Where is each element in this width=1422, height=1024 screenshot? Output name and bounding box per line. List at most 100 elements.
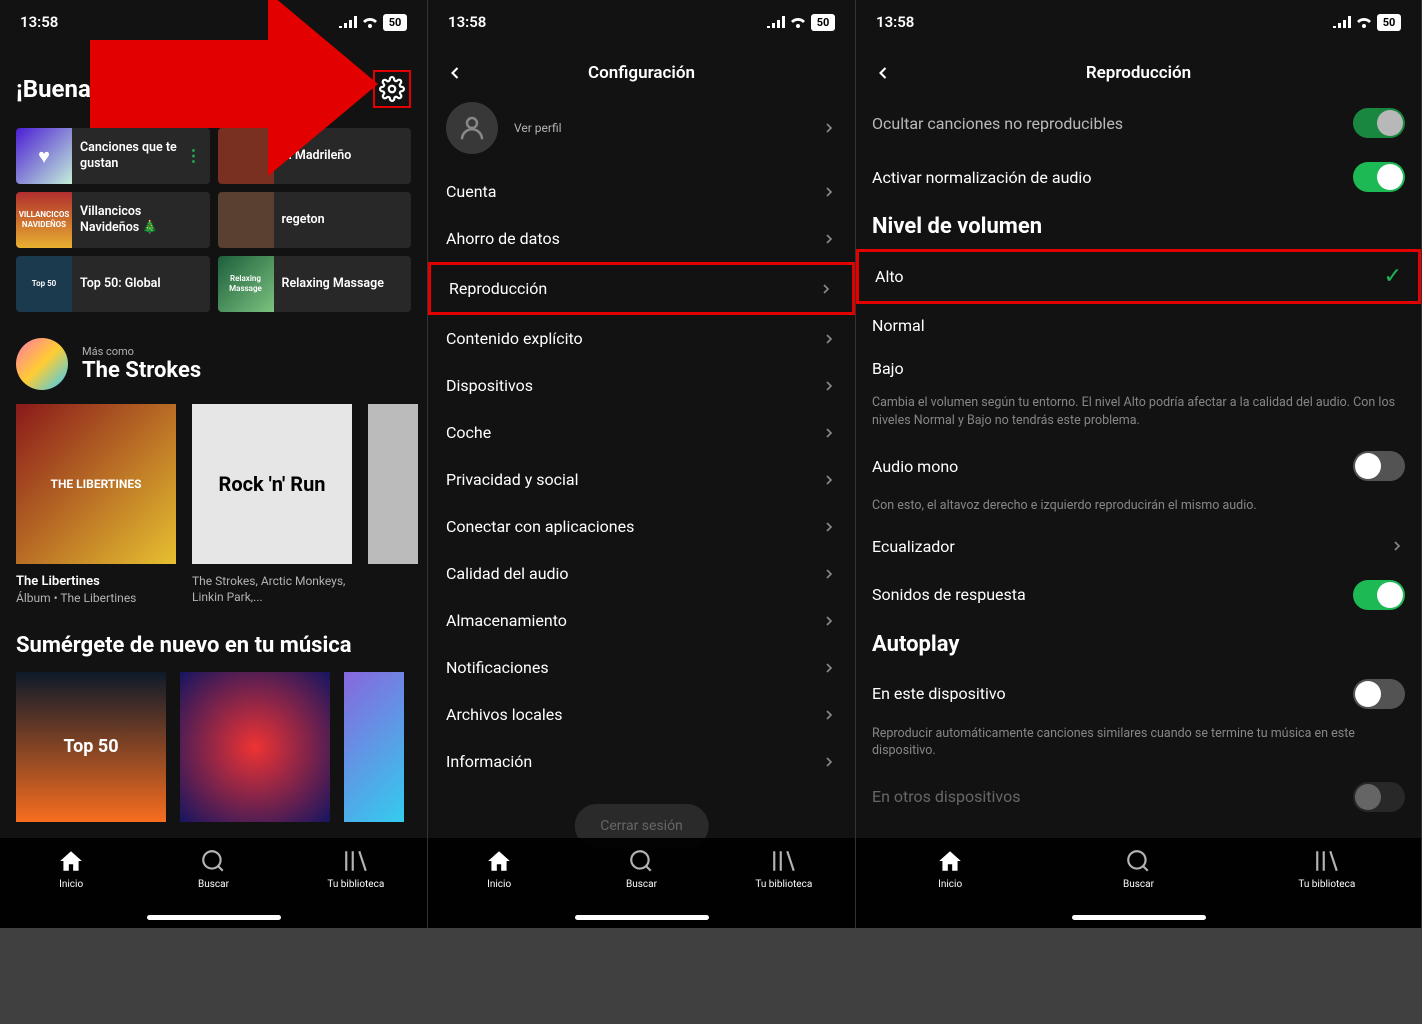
playlist-tile[interactable]: VILLANCICOSNAVIDEÑOS Villancicos Navideñ… <box>16 192 210 248</box>
option-label: Normal <box>872 316 925 335</box>
setting-label: Contenido explícito <box>446 329 583 348</box>
playlist-tile[interactable]: Top 50 Top 50: Global <box>16 256 210 312</box>
status-time: 13:58 <box>448 13 486 31</box>
nav-home[interactable]: Inicio <box>454 848 544 890</box>
settings-item-explicit[interactable]: Contenido explícito <box>428 315 855 362</box>
home-indicator <box>1072 915 1206 920</box>
settings-item-about[interactable]: Información <box>428 738 855 785</box>
volume-option-bajo[interactable]: Bajo <box>856 347 1421 390</box>
nav-label: Inicio <box>938 879 962 890</box>
toggle-autoplay-other-devices[interactable]: En otros dispositivos <box>856 770 1421 824</box>
bottom-nav: Inicio Buscar Tu biblioteca <box>856 838 1421 928</box>
setting-label: Conectar con aplicaciones <box>446 517 634 536</box>
settings-item-data-saver[interactable]: Ahorro de datos <box>428 215 855 262</box>
settings-item-local-files[interactable]: Archivos locales <box>428 691 855 738</box>
section-title: Sumérgete de nuevo en tu música <box>16 633 411 658</box>
chevron-right-icon <box>1389 538 1405 554</box>
settings-item-account[interactable]: Cuenta <box>428 168 855 215</box>
home-icon <box>486 848 512 874</box>
chevron-right-icon <box>821 378 837 394</box>
profile-row[interactable]: Ver perfil <box>428 102 855 168</box>
chevron-right-icon <box>821 754 837 770</box>
toggle-switch[interactable] <box>1353 108 1405 138</box>
settings-item-audio-quality[interactable]: Calidad del audio <box>428 550 855 597</box>
nav-label: Buscar <box>1123 879 1154 890</box>
album-card[interactable]: THE LIBERTINES The Libertines Álbum • Th… <box>16 404 176 607</box>
settings-item-notifications[interactable]: Notificaciones <box>428 644 855 691</box>
setting-label: Calidad del audio <box>446 564 569 583</box>
toggle-label: Sonidos de respuesta <box>872 585 1026 604</box>
battery-icon: 50 <box>811 14 835 31</box>
toggle-label: En este dispositivo <box>872 684 1006 703</box>
toggle-switch[interactable] <box>1353 580 1405 610</box>
gear-icon[interactable] <box>379 76 405 102</box>
page-title: Reproducción <box>1086 63 1191 83</box>
view-profile-label: Ver perfil <box>514 121 562 135</box>
chevron-right-icon <box>821 707 837 723</box>
chevron-right-icon <box>821 331 837 347</box>
nav-library[interactable]: Tu biblioteca <box>1282 848 1372 890</box>
chevron-right-icon <box>821 425 837 441</box>
nav-search[interactable]: Buscar <box>168 848 258 890</box>
nav-home[interactable]: Inicio <box>905 848 995 890</box>
toggle-normalize-audio[interactable]: Activar normalización de audio <box>856 150 1421 204</box>
autoplay-help-text: Reproducir automáticamente canciones sim… <box>856 721 1421 770</box>
option-label: Ecualizador <box>872 537 955 556</box>
equalizer-row[interactable]: Ecualizador <box>856 525 1421 568</box>
settings-item-connect-apps[interactable]: Conectar con aplicaciones <box>428 503 855 550</box>
volume-section-title: Nivel de volumen <box>856 204 1421 249</box>
toggle-response-sounds[interactable]: Sonidos de respuesta <box>856 568 1421 622</box>
wifi-icon <box>1356 16 1372 28</box>
volume-help-text: Cambia el volumen según tu entorno. El n… <box>856 390 1421 439</box>
album-card[interactable] <box>368 404 418 607</box>
autoplay-section-title: Autoplay <box>856 622 1421 667</box>
playlist-tile[interactable]: RelaxingMassage Relaxing Massage <box>218 256 412 312</box>
back-button[interactable] <box>868 58 898 88</box>
tile-label: regeton <box>274 212 333 228</box>
setting-label: Reproducción <box>449 279 547 298</box>
setting-label: Almacenamiento <box>446 611 567 630</box>
volume-option-alto-highlight[interactable]: Alto ✓ <box>856 249 1421 304</box>
toggle-mono-audio[interactable]: Audio mono <box>856 439 1421 493</box>
settings-item-privacy[interactable]: Privacidad y social <box>428 456 855 503</box>
nav-search[interactable]: Buscar <box>596 848 686 890</box>
toggle-hide-unplayable[interactable]: Ocultar canciones no reproducibles <box>856 102 1421 150</box>
nav-home[interactable]: Inicio <box>26 848 116 890</box>
settings-item-playback-highlight[interactable]: Reproducción <box>428 262 855 315</box>
album-card[interactable]: Rock 'n' Run The Strokes, Arctic Monkeys… <box>192 404 352 607</box>
tile-label: Relaxing Massage <box>274 276 392 292</box>
bottom-nav: Inicio Buscar Tu biblioteca <box>0 838 427 928</box>
search-icon <box>628 848 654 874</box>
option-label: Bajo <box>872 359 904 378</box>
playlist-tile-liked[interactable]: ♥ Canciones que te gustan ⋮ <box>16 128 210 184</box>
back-button[interactable] <box>440 58 470 88</box>
toggle-switch[interactable] <box>1353 679 1405 709</box>
battery-icon: 50 <box>1377 14 1401 31</box>
nav-library[interactable]: Tu biblioteca <box>311 848 401 890</box>
playlist-tile[interactable]: regeton <box>218 192 412 248</box>
settings-item-car[interactable]: Coche <box>428 409 855 456</box>
mini-tile[interactable] <box>344 672 404 822</box>
home-indicator <box>147 915 281 920</box>
artist-avatar <box>16 338 68 390</box>
tile-label: Villancicos Navideños 🎄 <box>72 204 210 235</box>
volume-option-normal[interactable]: Normal <box>856 304 1421 347</box>
nav-label: Tu biblioteca <box>755 879 812 890</box>
home-indicator <box>575 915 709 920</box>
album-art: Rock 'n' Run <box>192 404 352 564</box>
toggle-switch[interactable] <box>1353 162 1405 192</box>
setting-label: Archivos locales <box>446 705 563 724</box>
nav-search[interactable]: Buscar <box>1093 848 1183 890</box>
artist-name[interactable]: The Strokes <box>82 358 201 383</box>
toggle-label: Audio mono <box>872 457 958 476</box>
settings-item-storage[interactable]: Almacenamiento <box>428 597 855 644</box>
mini-tile[interactable]: Top 50 <box>16 672 166 822</box>
mini-tile[interactable] <box>180 672 330 822</box>
status-bar: 13:58 50 <box>428 0 855 44</box>
toggle-switch[interactable] <box>1353 451 1405 481</box>
toggle-autoplay-this-device[interactable]: En este dispositivo <box>856 667 1421 721</box>
nav-library[interactable]: Tu biblioteca <box>739 848 829 890</box>
toggle-switch[interactable] <box>1353 782 1405 812</box>
search-icon <box>1125 848 1151 874</box>
settings-item-devices[interactable]: Dispositivos <box>428 362 855 409</box>
